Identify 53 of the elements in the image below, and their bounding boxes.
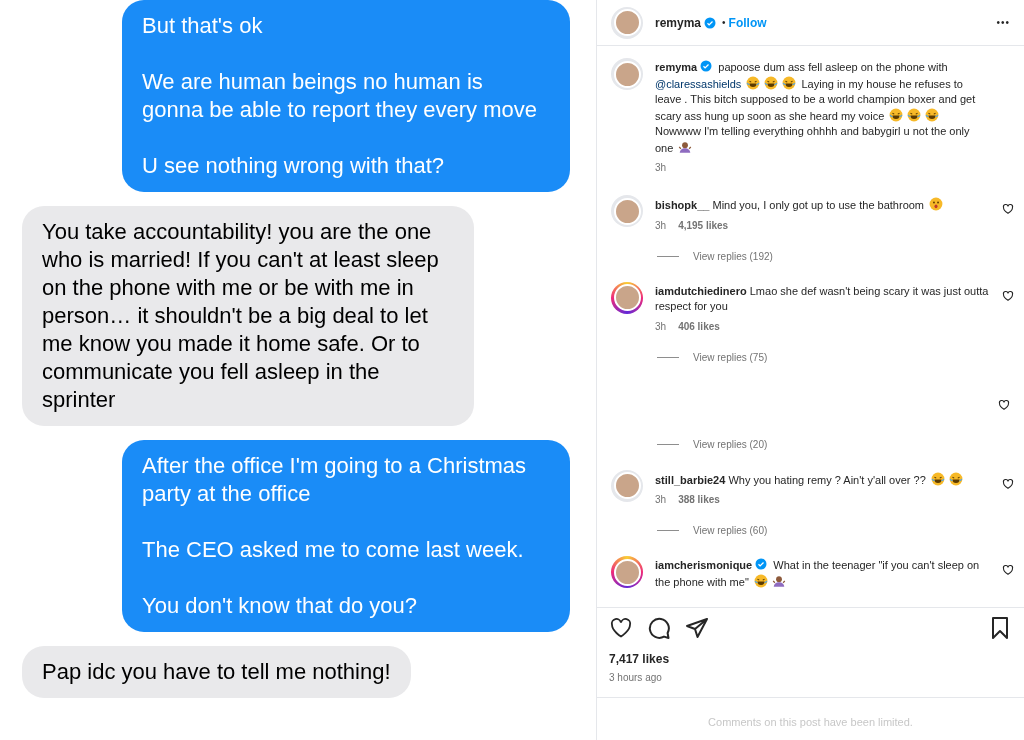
- message-text: Pap idc you have to tell me nothing!: [42, 658, 391, 686]
- laughing-face-icon: [753, 573, 768, 588]
- laughing-face-icon: [782, 75, 797, 90]
- message-text: U see nothing wrong with that?: [142, 152, 446, 180]
- timestamp: 3h: [655, 319, 667, 334]
- heart-icon: [1002, 477, 1014, 490]
- send-icon: [685, 616, 709, 640]
- laughing-face-icon: [889, 107, 904, 122]
- shocked-face-icon: [929, 197, 944, 211]
- heart-icon: [1002, 564, 1014, 576]
- message-text: We are human beings no human is gonna be able to report they every move: [142, 68, 539, 124]
- avatar[interactable]: [611, 556, 643, 588]
- view-replies-link[interactable]: View replies (20): [693, 436, 768, 452]
- laughing-face-icon: [746, 75, 761, 90]
- message-text: The CEO asked me to come last week.: [142, 536, 525, 564]
- separator-dot: •: [722, 16, 726, 30]
- message-text: You take accountability! you are the one who is married! If you can't at least sleep on the phone with me or be with me in person… it shouldn't be a big deal to let me know you made it home safe. Or to communicate you fell asleep in the sprinter: [42, 218, 440, 414]
- message-text: But that's ok: [142, 12, 264, 40]
- like-count[interactable]: 388 likes: [678, 492, 720, 507]
- view-replies-link[interactable]: View replies (192): [693, 248, 773, 264]
- heart-icon: [998, 398, 1010, 411]
- laughing-face-icon: [930, 471, 945, 486]
- shrugging-person-icon: [771, 573, 786, 588]
- timestamp: 3h: [655, 161, 667, 175]
- laughing-face-icon: [907, 107, 922, 122]
- timestamp: 3h: [655, 218, 667, 233]
- comment-text: still_barbie24 Why you hating remy ? Ain't y'all over ??: [655, 469, 990, 488]
- view-replies-link[interactable]: View replies (75): [693, 349, 768, 365]
- shrugging-person-icon: [678, 139, 693, 154]
- comment-text: iamdutchiedinero Lmao she def wasn't being scary it was just outta respect for you: [655, 283, 990, 314]
- laughing-face-icon: [948, 471, 963, 486]
- message-text: After the office I'm going to a Christmas party at the office: [142, 452, 528, 508]
- laughing-face-icon: [925, 107, 940, 122]
- avatar[interactable]: [611, 281, 643, 314]
- follow-button[interactable]: Follow: [728, 13, 767, 32]
- post-time: 3 hours ago: [608, 671, 663, 685]
- heart-icon: [1002, 289, 1014, 302]
- like-count[interactable]: 4,195 likes: [678, 217, 729, 233]
- more-options-button[interactable]: •••: [996, 15, 1010, 30]
- comment-text: iamcherismonique What in the teenager "if you can't sleep on the phone with me": [655, 557, 981, 590]
- heart-icon: [1002, 203, 1014, 215]
- timestamp: 3h: [655, 493, 667, 507]
- comment-bubble-icon: [647, 616, 671, 640]
- comment-text: bishopk__ Mind you, I only got up to use the bathroom: [655, 195, 990, 214]
- view-replies-link[interactable]: View replies (60): [693, 523, 768, 538]
- like-count[interactable]: 406 likes: [678, 318, 720, 334]
- mention-link[interactable]: @claressashields: [655, 77, 742, 90]
- laughing-face-icon: [764, 75, 779, 90]
- caption-text: remyma papoose dum ass fell asleep on the phone with @claressashields Laying in my house he refuses to leave . This bitch supposed to be a world champion boxer and get scary ass hung up soon as she heard my voice Nowwww I'm telling everything ohhhh and babygirl u not the only one: [655, 59, 977, 156]
- username[interactable]: remyma: [655, 13, 702, 32]
- like-heart-icon: [609, 616, 633, 640]
- message-text: You don't know that do you?: [142, 592, 418, 620]
- like-count[interactable]: 7,417 likes: [597, 650, 1024, 668]
